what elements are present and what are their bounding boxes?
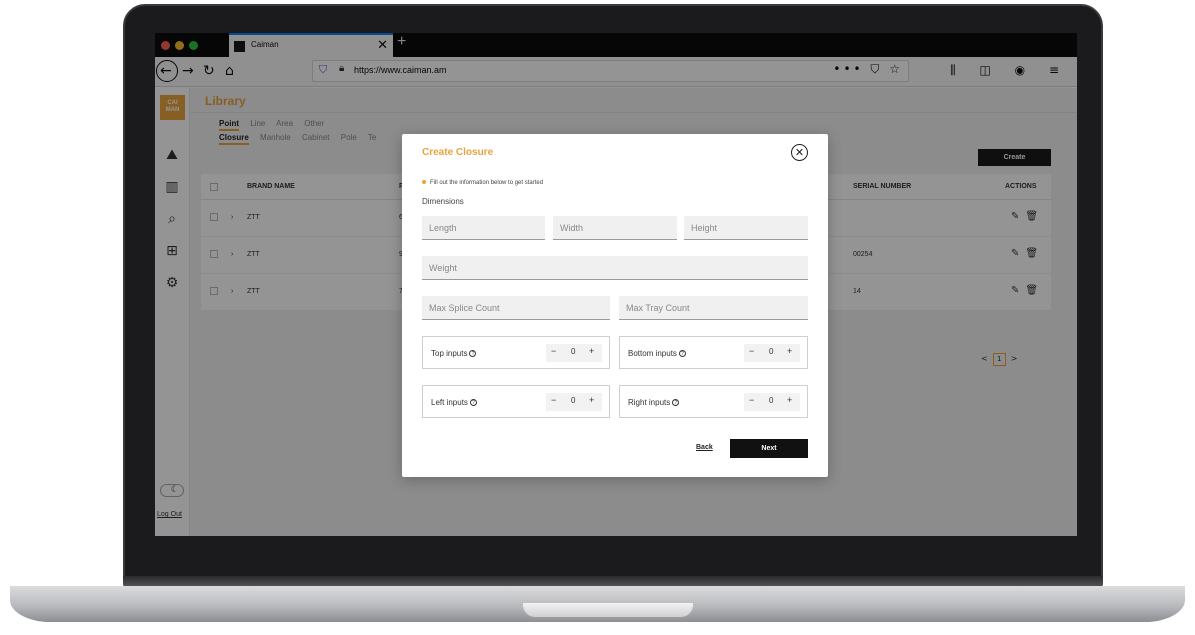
bullet-dot (422, 180, 426, 185)
next-button[interactable]: Next (730, 439, 808, 458)
right-inputs-value[interactable]: 0 (769, 396, 773, 405)
close-icon[interactable]: ✕ (791, 144, 808, 161)
weight-field[interactable]: Weight (422, 256, 808, 280)
increment-button[interactable]: + (589, 346, 594, 356)
top-inputs-text: Top inputs (431, 349, 468, 358)
height-field[interactable]: Height (684, 216, 808, 240)
top-inputs-stepper: − 0 + (546, 344, 602, 362)
modal-instructions: Fill out the information below to get st… (422, 180, 543, 186)
left-inputs-stepper: − 0 + (546, 393, 602, 411)
left-inputs-box: Left inputs? − 0 + (422, 385, 610, 418)
increment-button[interactable]: + (787, 395, 792, 405)
top-inputs-label: Top inputs? (431, 349, 477, 358)
create-closure-modal: Create Closure ✕ Fill out the informatio… (402, 134, 828, 477)
modal-title: Create Closure (422, 147, 494, 158)
decrement-button[interactable]: − (749, 395, 754, 405)
help-icon[interactable]: ? (469, 399, 477, 407)
left-inputs-value[interactable]: 0 (571, 396, 575, 405)
decrement-button[interactable]: − (551, 346, 556, 356)
help-icon[interactable]: ? (678, 350, 686, 358)
help-icon[interactable]: ? (469, 350, 477, 358)
max-splice-count-field[interactable]: Max Splice Count (422, 296, 610, 320)
dimensions-heading: Dimensions (422, 197, 464, 206)
decrement-button[interactable]: − (551, 395, 556, 405)
bottom-inputs-stepper: − 0 + (744, 344, 800, 362)
decrement-button[interactable]: − (749, 346, 754, 356)
laptop-notch (523, 603, 693, 617)
right-inputs-label: Right inputs? (628, 398, 680, 407)
top-inputs-value[interactable]: 0 (571, 347, 575, 356)
screen: Caiman ✕ + ← → ↻ ⌂ ⛉ 🔒︎ https://www.caim… (155, 33, 1077, 536)
left-inputs-label: Left inputs? (431, 398, 477, 407)
top-inputs-box: Top inputs? − 0 + (422, 336, 610, 369)
right-inputs-stepper: − 0 + (744, 393, 800, 411)
bottom-inputs-label: Bottom inputs? (628, 349, 686, 358)
increment-button[interactable]: + (589, 395, 594, 405)
right-inputs-box: Right inputs? − 0 + (619, 385, 808, 418)
left-inputs-text: Left inputs (431, 398, 468, 407)
back-button[interactable]: Back (696, 444, 713, 451)
laptop-frame: Caiman ✕ + ← → ↻ ⌂ ⛉ 🔒︎ https://www.caim… (0, 0, 1195, 635)
bottom-inputs-text: Bottom inputs (628, 349, 677, 358)
length-field[interactable]: Length (422, 216, 545, 240)
increment-button[interactable]: + (787, 346, 792, 356)
max-tray-count-field[interactable]: Max Tray Count (619, 296, 808, 320)
instructions-text: Fill out the information below to get st… (430, 180, 544, 186)
help-icon[interactable]: ? (672, 399, 680, 407)
bottom-inputs-value[interactable]: 0 (769, 347, 773, 356)
bottom-inputs-box: Bottom inputs? − 0 + (619, 336, 808, 369)
width-field[interactable]: Width (553, 216, 677, 240)
right-inputs-text: Right inputs (628, 398, 671, 407)
